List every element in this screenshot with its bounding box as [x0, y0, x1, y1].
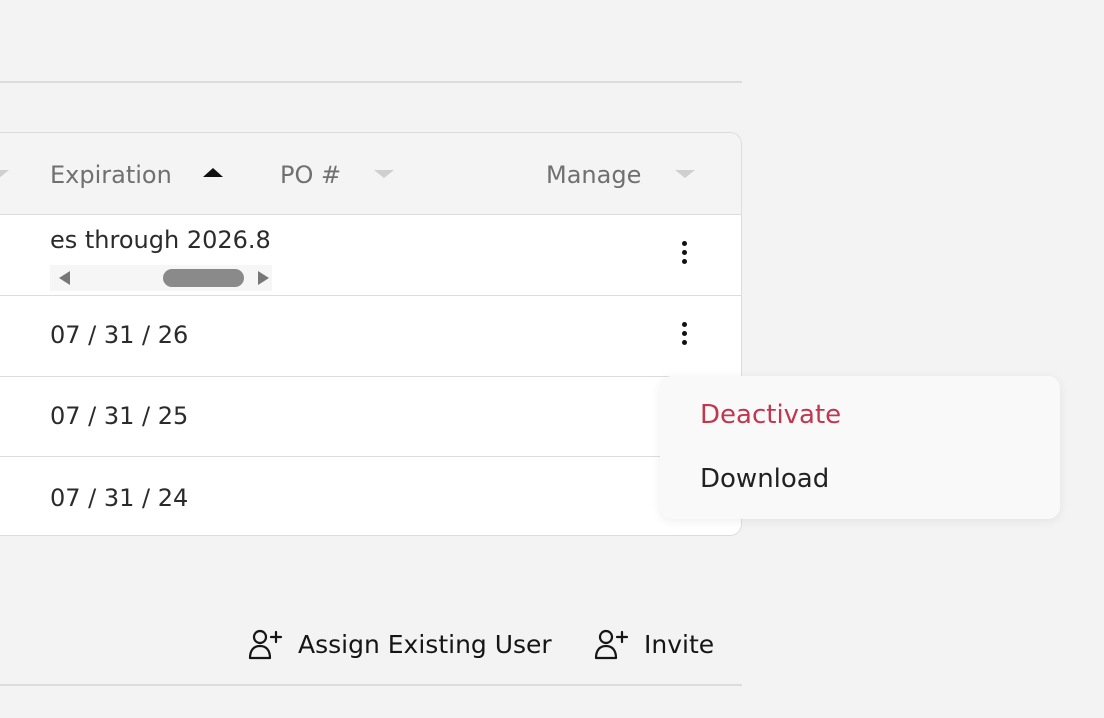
scroll-left-arrow-icon[interactable]	[59, 271, 70, 285]
row-menu-kebab-icon[interactable]	[675, 319, 695, 349]
expiration-cell: 07 / 31 / 26	[50, 321, 189, 349]
user-plus-icon	[248, 629, 283, 660]
expiration-cell: 07 / 31 / 25	[50, 402, 189, 430]
prev-column-sort-caret[interactable]	[0, 170, 9, 178]
expiration-sort-asc-icon[interactable]	[203, 168, 223, 177]
scrollbar-thumb[interactable]	[163, 269, 244, 287]
row-context-menu: Deactivate Download	[660, 376, 1060, 519]
po-sort-caret-icon[interactable]	[374, 170, 394, 178]
column-header-manage[interactable]: Manage	[546, 159, 641, 191]
deactivate-menu-item[interactable]: Deactivate	[700, 398, 841, 432]
expiration-cell: es through 2026.8	[50, 226, 271, 254]
bottom-divider	[0, 684, 742, 686]
row-menu-kebab-icon[interactable]	[675, 238, 695, 268]
expiration-cell: 07 / 31 / 24	[50, 484, 189, 512]
licenses-table: Expiration PO # Manage es through 2026.8…	[0, 132, 742, 536]
invite-label: Invite	[644, 629, 715, 659]
cell-horizontal-scrollbar[interactable]	[50, 265, 272, 291]
table-row: 07 / 31 / 26	[0, 296, 741, 377]
assign-existing-user-label: Assign Existing User	[298, 629, 552, 659]
scroll-right-arrow-icon[interactable]	[258, 271, 269, 285]
invite-button[interactable]: Invite	[594, 626, 714, 662]
download-menu-item[interactable]: Download	[700, 462, 829, 496]
table-row: 07 / 31 / 25	[0, 377, 741, 457]
top-divider	[0, 81, 742, 83]
column-header-expiration[interactable]: Expiration	[50, 159, 172, 191]
table-row: 07 / 31 / 24	[0, 457, 741, 535]
column-header-po[interactable]: PO #	[280, 159, 341, 191]
table-header: Expiration PO # Manage	[0, 133, 741, 215]
user-plus-icon	[594, 629, 629, 660]
table-row: es through 2026.8	[0, 215, 741, 296]
manage-sort-caret-icon[interactable]	[675, 170, 695, 178]
assign-existing-user-button[interactable]: Assign Existing User	[248, 626, 552, 662]
